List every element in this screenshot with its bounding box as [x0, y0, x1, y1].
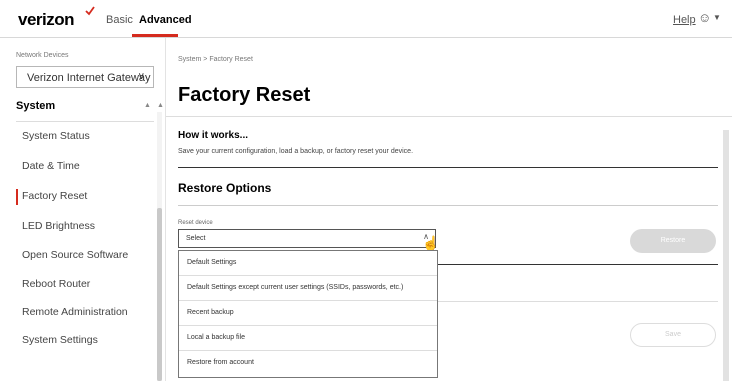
restore-options-title: Restore Options: [178, 181, 272, 195]
chevron-up-icon[interactable]: ▲: [144, 102, 151, 109]
main-scrollbar[interactable]: [723, 130, 729, 381]
sidebar-item-remote-administration[interactable]: Remote Administration: [22, 306, 128, 318]
reset-device-select-value: Select: [186, 235, 206, 242]
active-tab-indicator: [132, 34, 178, 37]
account-icon[interactable]: ☺: [698, 10, 711, 25]
sidebar: Network Devices Verizon Internet Gateway…: [0, 38, 166, 381]
chevron-down-icon[interactable]: ▼: [713, 13, 721, 22]
sidebar-section-system[interactable]: System: [16, 100, 55, 112]
how-it-works-title: How it works...: [178, 130, 249, 141]
nav-basic-tab[interactable]: Basic: [106, 14, 133, 26]
logo-check-icon: [85, 6, 95, 16]
sidebar-item-reboot-router[interactable]: Reboot Router: [22, 278, 90, 290]
sidebar-item-led-brightness[interactable]: LED Brightness: [22, 220, 95, 232]
dropdown-option-restore-account[interactable]: Restore from account: [179, 351, 437, 376]
sidebar-item-date-time[interactable]: Date & Time: [22, 160, 80, 172]
help-link[interactable]: Help: [673, 14, 696, 26]
dropdown-option-default-settings[interactable]: Default Settings: [179, 251, 437, 276]
sidebar-divider: [16, 121, 154, 122]
sidebar-item-open-source-software[interactable]: Open Source Software: [22, 249, 128, 261]
dropdown-option-local-backup[interactable]: Local a backup file: [179, 326, 437, 351]
reset-options-dropdown: Default Settings Default Settings except…: [178, 250, 438, 378]
dropdown-option-default-except-user[interactable]: Default Settings except current user set…: [179, 276, 437, 301]
scroll-up-icon[interactable]: ▲: [157, 102, 164, 109]
dropdown-option-recent-backup[interactable]: Recent backup: [179, 301, 437, 326]
nav-advanced-tab[interactable]: Advanced: [139, 14, 192, 26]
device-select-value: Verizon Internet Gateway: [27, 72, 151, 84]
save-button[interactable]: Save: [630, 323, 716, 347]
verizon-logo[interactable]: verizon: [18, 10, 75, 30]
sidebar-scroll-thumb[interactable]: [157, 208, 162, 381]
title-divider: [166, 116, 732, 117]
how-it-works-description: Save your current configuration, load a …: [178, 148, 414, 155]
reset-device-label: Reset device: [178, 220, 213, 226]
section-divider: [178, 205, 718, 206]
section-divider: [436, 264, 718, 265]
sidebar-item-factory-reset[interactable]: Factory Reset: [22, 190, 87, 202]
section-divider: [178, 167, 718, 168]
chevron-down-icon: ∨: [137, 71, 145, 82]
sidebar-item-system-settings[interactable]: System Settings: [22, 334, 98, 346]
active-item-indicator: [16, 189, 18, 205]
breadcrumb[interactable]: System > Factory Reset: [178, 56, 253, 63]
page-title: Factory Reset: [178, 84, 311, 106]
section-divider: [436, 301, 718, 302]
network-devices-label: Network Devices: [16, 52, 69, 59]
top-nav: verizon Basic Advanced Help ☺ ▼: [0, 0, 732, 38]
sidebar-item-system-status[interactable]: System Status: [22, 130, 90, 142]
device-select[interactable]: Verizon Internet Gateway ∨: [16, 66, 154, 88]
restore-button[interactable]: Restore: [630, 229, 716, 253]
reset-device-select[interactable]: Select ∧: [178, 229, 436, 248]
